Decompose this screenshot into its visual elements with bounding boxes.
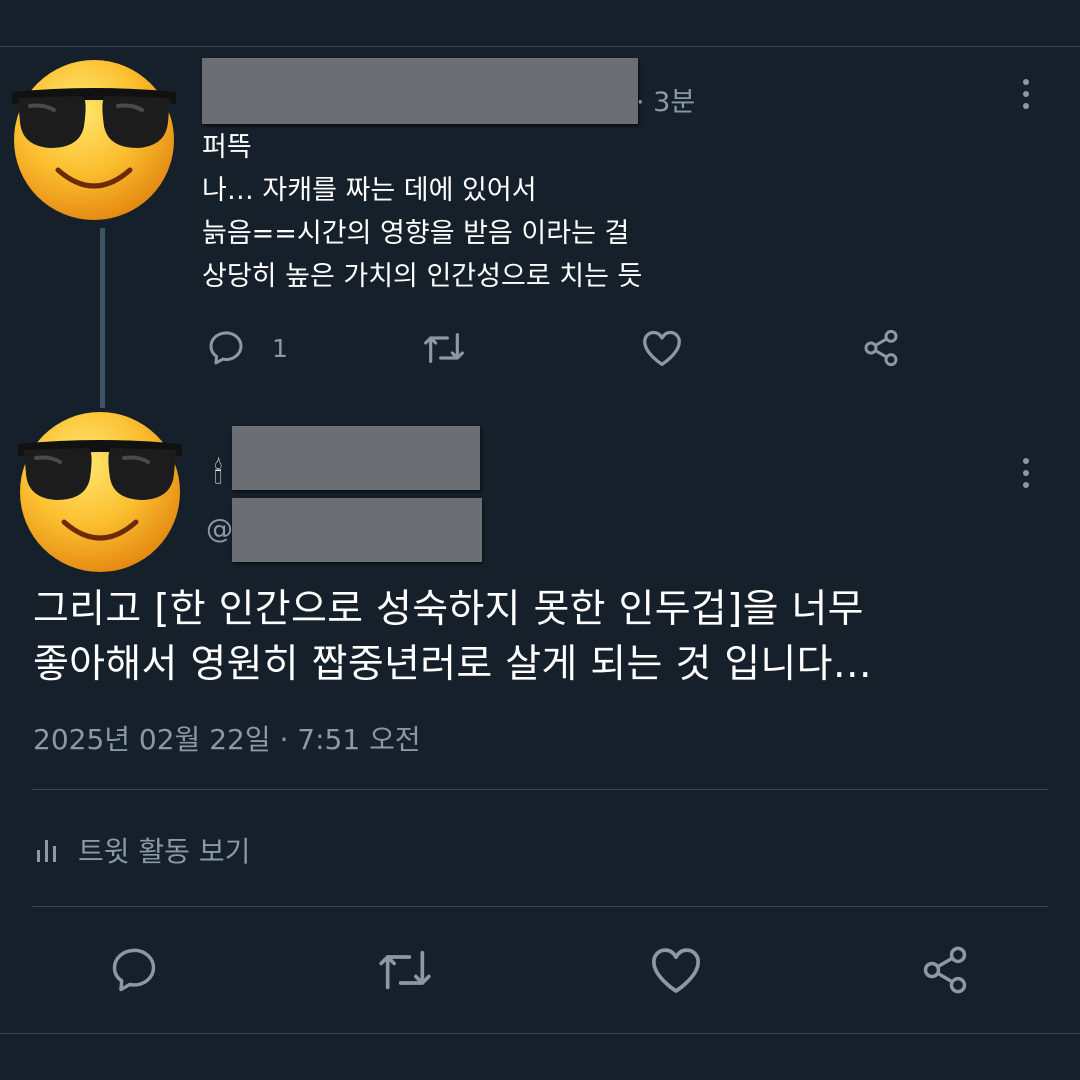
redacted-name bbox=[202, 58, 638, 124]
retweet-button[interactable] bbox=[420, 328, 468, 368]
main-line: 그리고 [한 인간으로 성숙하지 못한 인두겁]을 너무 bbox=[33, 587, 864, 632]
reply-count: 1 bbox=[272, 333, 288, 363]
main-line: 좋아해서 영원히 짭중년러로 살게 되는 것 입니다… bbox=[33, 642, 873, 687]
redacted-display-name bbox=[232, 426, 480, 490]
sunglasses-emoji-avatar[interactable] bbox=[8, 52, 180, 224]
like-icon bbox=[643, 330, 681, 366]
activity-icon bbox=[37, 840, 56, 862]
divider bbox=[32, 789, 1048, 790]
like-icon bbox=[651, 948, 701, 993]
tweet-activity-link[interactable]: 트윗 활동 보기 bbox=[36, 830, 250, 870]
like-button[interactable] bbox=[648, 944, 704, 996]
share-icon bbox=[864, 329, 898, 367]
bottom-divider bbox=[0, 1033, 1080, 1034]
retweet-icon bbox=[424, 333, 464, 363]
reply-time: · 3분 bbox=[636, 87, 696, 118]
sunglasses-emoji-avatar[interactable] bbox=[14, 404, 186, 576]
retweet-icon bbox=[379, 950, 431, 990]
reply-line: 상당히 높은 가치의 인간성으로 치는 듯 bbox=[202, 261, 643, 292]
reply-button[interactable]: 1 bbox=[206, 328, 288, 368]
share-button[interactable] bbox=[918, 944, 972, 996]
share-button[interactable] bbox=[860, 328, 902, 368]
candle-emoji: 🕯 bbox=[214, 456, 223, 491]
retweet-button[interactable] bbox=[374, 944, 436, 996]
handle-prefix: @ bbox=[206, 514, 233, 545]
share-icon bbox=[923, 946, 967, 994]
tweet-timestamp: 2025년 02월 22일 · 7:51 오전 bbox=[33, 723, 421, 756]
more-icon[interactable] bbox=[1023, 458, 1031, 494]
more-icon[interactable] bbox=[1023, 79, 1031, 115]
reply-line: 늙음==시간의 영향을 받음 이라는 걸 bbox=[202, 218, 630, 249]
reply-text: 퍼뜩 나… 자캐를 짜는 데에 있어서 늙음==시간의 영향을 받음 이라는 걸… bbox=[202, 126, 642, 298]
like-button[interactable] bbox=[640, 328, 684, 368]
reply-button[interactable] bbox=[108, 944, 160, 996]
redacted-handle bbox=[232, 498, 482, 562]
thread-line bbox=[100, 228, 105, 408]
reply-line: 나… 자캐를 짜는 데에 있어서 bbox=[202, 175, 537, 206]
reply-icon bbox=[209, 331, 243, 365]
reply-line: 퍼뜩 bbox=[202, 132, 252, 163]
reply-icon bbox=[112, 948, 156, 992]
divider bbox=[32, 906, 1048, 907]
top-divider bbox=[0, 46, 1080, 47]
main-tweet-text: 그리고 [한 인간으로 성숙하지 못한 인두겁]을 너무 좋아해서 영원히 짭중… bbox=[33, 582, 872, 692]
activity-label: 트윗 활동 보기 bbox=[78, 835, 251, 868]
